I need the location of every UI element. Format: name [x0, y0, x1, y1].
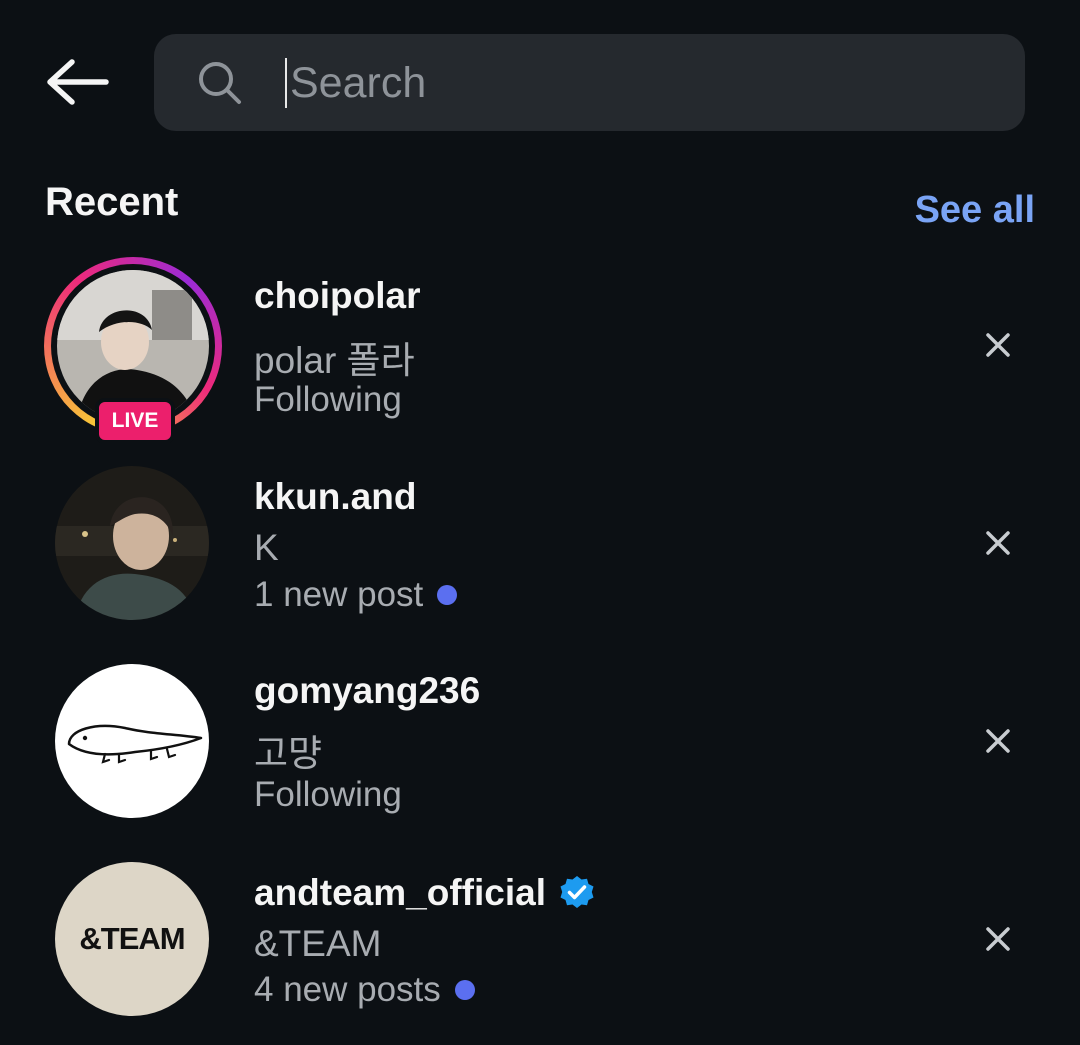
arrow-left-icon	[47, 59, 109, 105]
username: gomyang236	[254, 670, 480, 712]
remove-button[interactable]	[978, 325, 1018, 365]
search-icon	[199, 62, 241, 104]
close-icon	[986, 927, 1010, 951]
username-text: andteam_official	[254, 872, 546, 913]
section-title-recent: Recent	[45, 180, 179, 224]
username-text: gomyang236	[254, 670, 481, 711]
see-all-link[interactable]: See all	[915, 189, 1035, 232]
remove-button[interactable]	[978, 523, 1018, 563]
close-icon	[986, 729, 1010, 753]
unread-dot	[437, 585, 458, 605]
status-text: 4 new posts	[254, 970, 441, 1009]
username: choipolar	[254, 275, 421, 317]
close-icon	[986, 333, 1010, 357]
back-button[interactable]	[42, 52, 112, 112]
search-input[interactable]	[290, 50, 990, 116]
username-text: kkun.and	[254, 476, 417, 517]
brand-logo-text: &TEAM	[79, 921, 185, 956]
username: kkun.and	[254, 476, 416, 518]
post-status: 4 new posts	[254, 970, 475, 1010]
text-caret	[285, 58, 287, 108]
salamander-drawing	[67, 724, 203, 764]
status-text: Following	[254, 380, 402, 419]
full-name: polar 폴라	[254, 340, 415, 381]
follow-status: Following	[254, 380, 402, 420]
follow-status: Following	[254, 775, 402, 815]
full-name: K	[254, 527, 279, 568]
status-text: 1 new post	[254, 575, 424, 614]
remove-button[interactable]	[978, 919, 1018, 959]
unread-dot	[454, 980, 475, 1000]
full-name: &TEAM	[254, 923, 382, 964]
verified-badge-icon	[560, 876, 594, 908]
remove-button[interactable]	[978, 721, 1018, 761]
avatar[interactable]	[55, 466, 209, 620]
status-text: Following	[254, 775, 402, 814]
close-icon	[986, 531, 1010, 555]
avatar[interactable]	[55, 664, 209, 818]
live-badge: LIVE	[95, 398, 175, 444]
username-text: choipolar	[254, 275, 421, 316]
post-status: 1 new post	[254, 575, 458, 615]
avatar[interactable]: &TEAM	[55, 862, 209, 1016]
full-name: 고먕	[254, 733, 323, 774]
username: andteam_official	[254, 872, 596, 914]
